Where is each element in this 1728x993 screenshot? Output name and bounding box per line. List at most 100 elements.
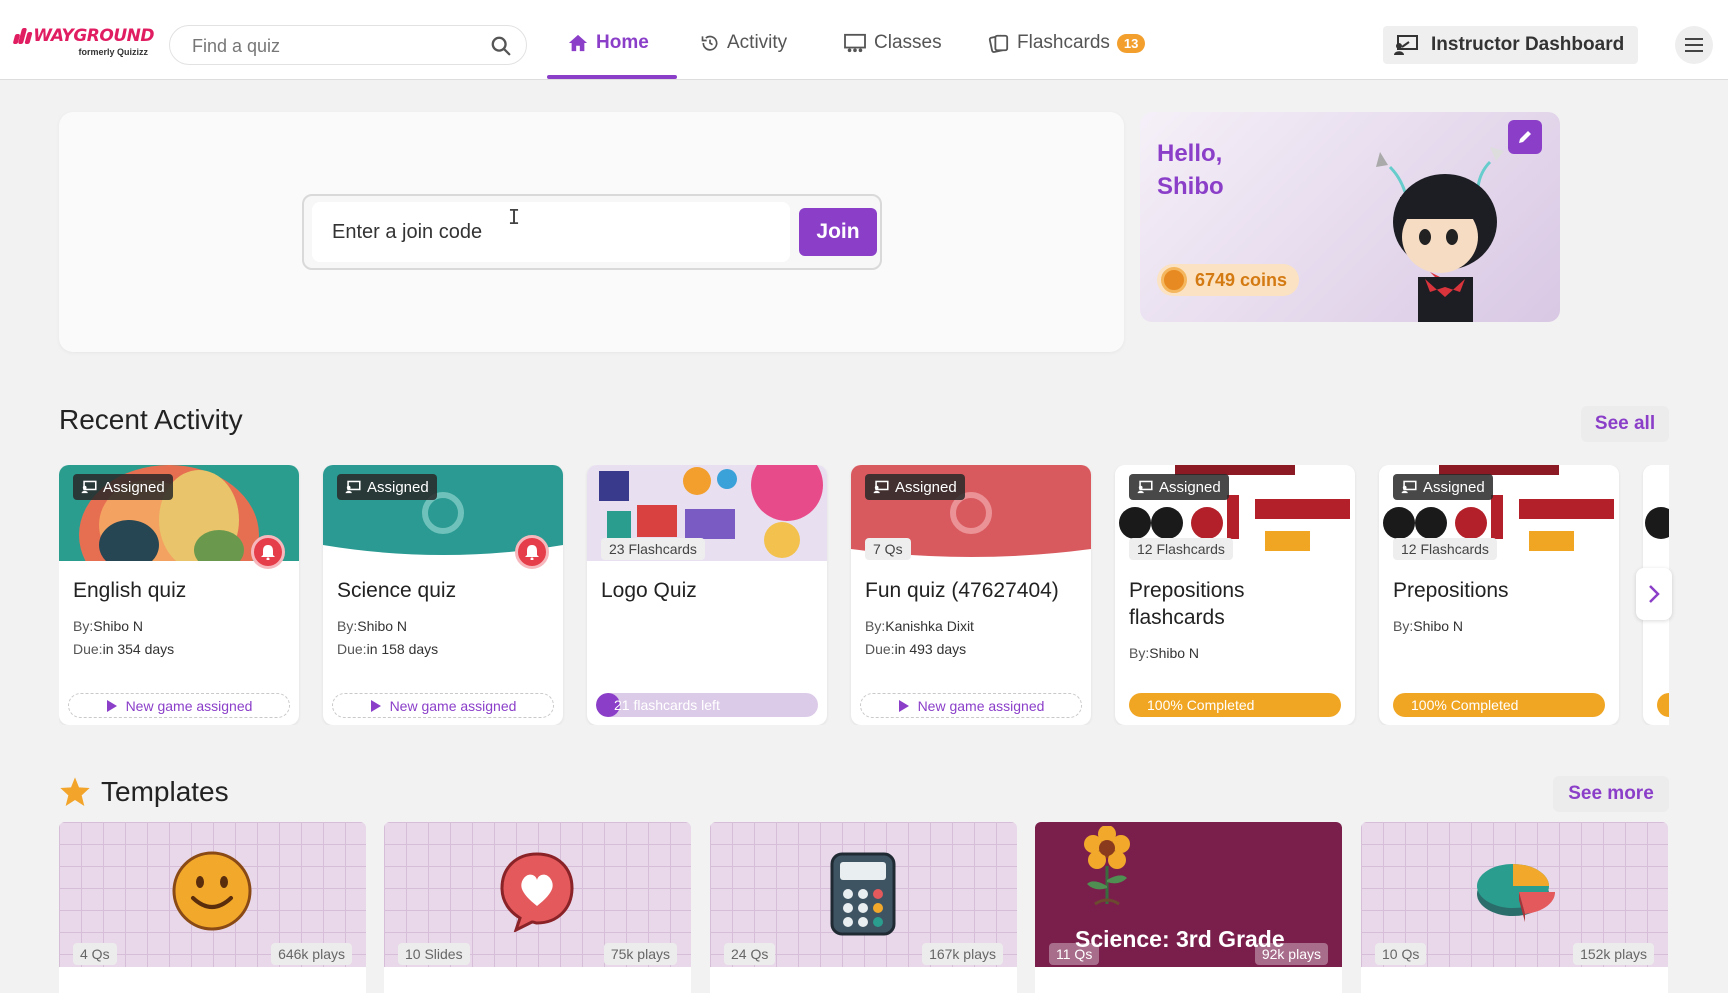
join-button[interactable]: Join <box>799 208 877 256</box>
question-count-tag: 4 Qs <box>73 943 117 965</box>
calculator-icon <box>830 852 896 936</box>
due-label: Due: <box>73 641 103 657</box>
completed-pill[interactable] <box>1657 693 1669 717</box>
text-cursor-icon: I <box>508 205 521 229</box>
smiley-icon <box>172 851 252 931</box>
notification-bell <box>251 535 285 569</box>
template-title: Science: 3rd Grade <box>1075 926 1285 952</box>
due-label: Due: <box>337 641 367 657</box>
home-icon <box>568 34 588 52</box>
card-due: Due:in 493 days <box>865 641 966 657</box>
card-author: By:Shibo N <box>337 618 407 634</box>
template-card-science-3rd-grade[interactable]: Science: 3rd Grade 11 Qs 92k plays <box>1035 822 1342 993</box>
flashcards-progress-bar[interactable]: 21 flashcards left <box>596 693 818 717</box>
plays-count-tag: 646k plays <box>271 943 352 965</box>
card-title: Prepositions <box>1393 579 1509 602</box>
bell-icon <box>261 545 275 560</box>
partial-thumbnail <box>1643 465 1669 561</box>
new-game-assigned-pill[interactable]: New game assigned <box>860 693 1082 718</box>
hamburger-icon <box>1685 38 1703 52</box>
nav-classes-label: Classes <box>874 32 942 53</box>
see-all-button[interactable]: See all <box>1581 406 1669 442</box>
bell-icon <box>525 545 539 560</box>
assigned-tag: Assigned <box>337 474 437 500</box>
new-game-assigned-pill[interactable]: New game assigned <box>332 693 554 718</box>
activity-card-english-quiz[interactable]: Assigned English quiz By:Shibo N Due:in … <box>59 465 299 725</box>
brand-subtitle: formerly Quizizz <box>78 47 148 57</box>
assigned-label: Assigned <box>895 478 957 496</box>
nav-classes[interactable]: Classes <box>843 28 942 58</box>
activity-card-prepositions-flashcards[interactable]: Assigned 12 Flashcards Prepositions flas… <box>1115 465 1355 725</box>
brand-logo[interactable]: WAYGROUND formerly Quizizz <box>12 26 154 57</box>
assigned-tag: Assigned <box>73 474 173 500</box>
card-title: Science quiz <box>337 579 457 602</box>
search-input[interactable] <box>192 34 462 58</box>
assigned-label: Assigned <box>1423 478 1485 496</box>
card-title: Logo Quiz <box>601 579 697 602</box>
instructor-dashboard-button[interactable]: Instructor Dashboard <box>1383 26 1638 64</box>
assignment-icon <box>873 480 889 494</box>
user-name: Shibo <box>1157 173 1224 200</box>
activity-card-logo-quiz[interactable]: 23 Flashcards Logo Quiz 21 flashcards le… <box>587 465 827 725</box>
template-footer <box>384 967 691 993</box>
question-count-tag: 24 Qs <box>724 943 776 965</box>
activity-card-fun-quiz[interactable]: Assigned 7 Qs Fun quiz (47627404) By:Kan… <box>851 465 1091 725</box>
template-card-pie-chart[interactable]: 10 Qs 152k plays <box>1361 822 1668 993</box>
assigned-tag: Assigned <box>1129 474 1229 500</box>
activity-card-prepositions[interactable]: Assigned 12 Flashcards Prepositions By:S… <box>1379 465 1619 725</box>
nav-home[interactable]: Home <box>567 28 649 58</box>
assigned-label: Assigned <box>367 478 429 496</box>
due-value: in 493 days <box>894 641 967 657</box>
template-card-smiley[interactable]: 4 Qs 646k plays <box>59 822 366 993</box>
author-name: Shibo N <box>93 618 144 634</box>
flashcard-count-tag: 12 Flashcards <box>1393 538 1497 560</box>
action-label: New game assigned <box>389 697 517 714</box>
recent-activity-heading: Recent Activity <box>59 404 243 435</box>
template-footer <box>1361 967 1668 993</box>
carousel-next-button[interactable] <box>1636 568 1672 620</box>
flashcards-count-badge: 13 <box>1116 33 1146 53</box>
coins-count: 6749 coins <box>1195 269 1288 290</box>
recent-activity-carousel: Assigned English quiz By:Shibo N Due:in … <box>59 465 1669 725</box>
assigned-tag: Assigned <box>865 474 965 500</box>
quiz-search-box[interactable] <box>169 25 527 65</box>
plays-count-tag: 92k plays <box>1254 943 1328 965</box>
nav-activity[interactable]: Activity <box>700 28 787 58</box>
assigned-tag: Assigned <box>1393 474 1493 500</box>
assignment-icon <box>345 480 361 494</box>
author-name: Shibo N <box>357 618 408 634</box>
main-menu-button[interactable] <box>1675 26 1713 64</box>
slide-count-tag: 10 Slides <box>398 943 470 965</box>
play-icon <box>370 699 381 712</box>
heart-bubble-icon <box>500 852 574 932</box>
action-label: New game assigned <box>917 697 1045 714</box>
activity-card-science-quiz[interactable]: Assigned Science quiz By:Shibo N Due:in … <box>323 465 563 725</box>
star-icon <box>60 777 90 806</box>
question-count-tag: 11 Qs <box>1049 943 1100 965</box>
search-icon[interactable] <box>490 35 512 57</box>
assignment-icon <box>81 480 97 494</box>
play-icon <box>106 699 117 712</box>
play-icon <box>898 699 909 712</box>
plays-count-tag: 152k plays <box>1573 943 1654 965</box>
coins-badge: 6749 coins <box>1157 264 1300 296</box>
new-game-assigned-pill[interactable]: New game assigned <box>68 693 290 718</box>
join-code-input[interactable] <box>312 202 790 262</box>
chevron-right-icon <box>1649 585 1660 603</box>
nav-flashcards[interactable]: Flashcards 13 <box>988 28 1146 58</box>
card-due: Due:in 354 days <box>73 641 174 657</box>
join-game-panel: Join <box>59 112 1124 352</box>
action-label: New game assigned <box>125 697 253 714</box>
avatar-illustration <box>1376 147 1504 322</box>
brand-name: WAYGROUND <box>33 26 154 46</box>
completed-pill[interactable]: 100% Completed <box>1129 693 1341 717</box>
see-more-button[interactable]: See more <box>1553 776 1669 812</box>
template-card-calculator[interactable]: 24 Qs 167k plays <box>710 822 1017 993</box>
completed-pill[interactable]: 100% Completed <box>1393 693 1605 717</box>
author-name: Shibo N <box>1413 618 1464 634</box>
template-card-heart[interactable]: 10 Slides 75k plays <box>384 822 691 993</box>
question-count-tag: 10 Qs <box>1375 943 1427 965</box>
by-label: By: <box>337 618 358 634</box>
card-title: Fun quiz (47627404) <box>865 579 1059 602</box>
plays-count-tag: 75k plays <box>603 943 677 965</box>
